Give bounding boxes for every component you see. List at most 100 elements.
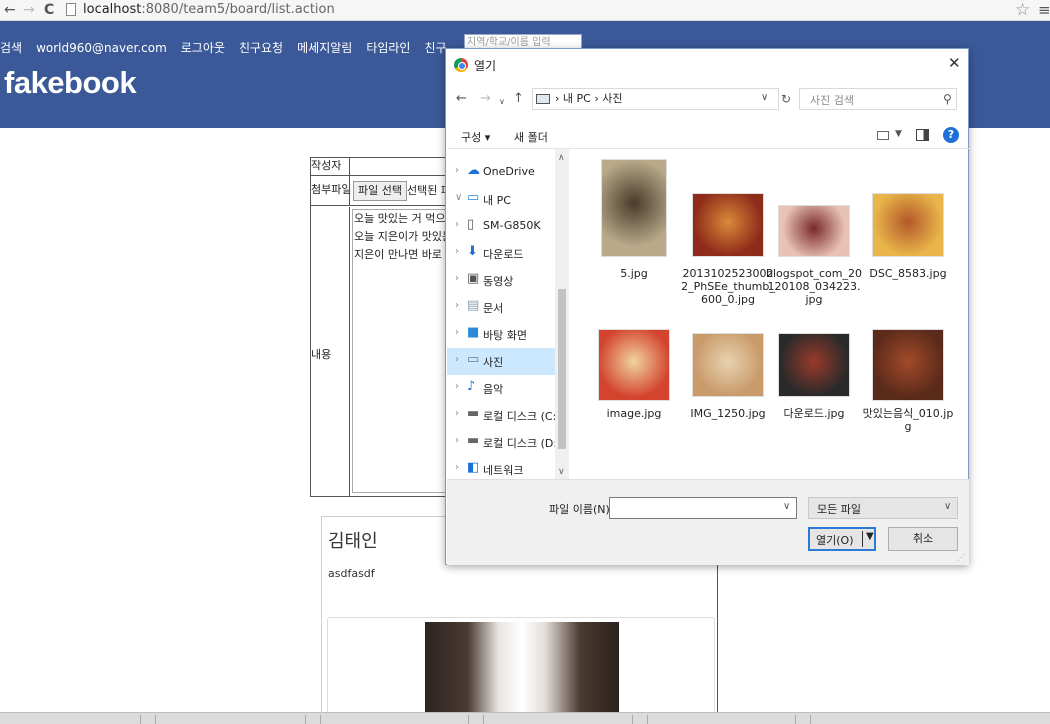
file-type-select[interactable]: 모든 파일 ∨ — [808, 497, 958, 519]
url-host: localhost — [83, 2, 142, 17]
chevron-right-icon[interactable]: › — [455, 165, 459, 176]
path-segment[interactable]: 내 PC — [563, 92, 591, 105]
nav-friend-requests-link[interactable]: 친구요청 — [239, 38, 283, 58]
nav-item[interactable]: › ▣ 동영상 — [447, 267, 555, 294]
tab-divider — [305, 715, 306, 724]
author-label: 작성자 — [311, 159, 342, 172]
nav-item-label: SM-G850K — [483, 219, 541, 232]
url-field[interactable]: localhost:8080/team5/board/list.action — [83, 2, 335, 18]
nav-item-label: 다운로드 — [483, 248, 524, 261]
file-thumbnail — [778, 333, 850, 397]
chevron-right-icon[interactable]: › — [455, 300, 459, 311]
resize-grip-icon[interactable]: ⋰ — [957, 553, 965, 562]
nav-item[interactable]: › ♪ 음악 — [447, 375, 555, 402]
chevron-right-icon[interactable]: › — [455, 462, 459, 473]
file-name: 맛있는음식_010.jpg — [862, 407, 954, 433]
nav-item[interactable]: › ▤ 문서 — [447, 294, 555, 321]
network-icon: ◧ — [467, 460, 480, 475]
reload-icon[interactable]: C — [44, 1, 54, 19]
browser-menu-icon[interactable]: ≡ — [1038, 1, 1050, 19]
open-button[interactable]: 열기(O) ▼ — [808, 527, 876, 551]
preview-pane-icon[interactable] — [916, 129, 929, 141]
forward-arrow-icon[interactable]: → — [480, 92, 491, 106]
file-thumbnail — [872, 329, 944, 401]
site-logo[interactable]: fakebook — [4, 65, 137, 101]
chevron-right-icon[interactable]: › — [455, 327, 459, 338]
split-divider — [862, 531, 863, 547]
nav-friends-link[interactable]: 친구 — [424, 38, 446, 58]
scroll-thumb[interactable] — [558, 289, 566, 449]
nav-item-label: OneDrive — [483, 165, 535, 178]
file-thumbnail — [601, 159, 667, 257]
file-thumbnail — [872, 193, 944, 257]
nav-item[interactable]: › ▭ 사진 — [447, 348, 555, 375]
bookmark-star-icon[interactable]: ☆ — [1015, 0, 1030, 20]
filename-input[interactable] — [609, 497, 797, 519]
view-mode-icon[interactable] — [877, 131, 889, 140]
post-image[interactable] — [425, 622, 619, 717]
organize-button[interactable]: 구성 ▾ — [461, 129, 490, 145]
nav-messages-link[interactable]: 메세지알림 — [297, 38, 352, 58]
post-author-name[interactable]: 김태인 — [328, 527, 378, 553]
open-dropdown-icon[interactable]: ▼ — [866, 531, 874, 542]
nav-item-label: 로컬 디스크 (D:) — [483, 437, 562, 450]
nav-logout-link[interactable]: 로그아웃 — [181, 38, 225, 58]
chrome-icon — [454, 58, 468, 72]
chevron-right-icon[interactable]: › — [455, 435, 459, 446]
nav-item[interactable]: › ▯ SM-G850K — [447, 213, 555, 240]
nav-scrollbar[interactable]: ∧ ∨ — [555, 149, 569, 485]
back-arrow-icon[interactable]: ← — [456, 92, 467, 106]
back-arrow-icon[interactable]: ← — [4, 1, 16, 19]
nav-item[interactable]: › ☁ OneDrive — [447, 159, 555, 186]
chevron-right-icon[interactable]: › — [455, 273, 459, 284]
cancel-button[interactable]: 취소 — [888, 527, 958, 551]
recent-dropdown-icon[interactable]: ∨ — [499, 95, 505, 109]
scroll-down-icon[interactable]: ∨ — [558, 467, 565, 477]
disk-icon: ▬ — [467, 406, 480, 421]
chevron-right-icon[interactable]: › — [455, 354, 459, 365]
help-icon[interactable]: ? — [943, 127, 959, 143]
nav-item[interactable]: › ▬ 로컬 디스크 (C:) — [447, 402, 561, 429]
path-breadcrumb[interactable]: › 내 PC › 사진 ∨ — [532, 88, 779, 110]
nav-search-link[interactable]: 검색 — [0, 38, 22, 58]
tab-divider — [810, 715, 811, 724]
chevron-right-icon[interactable]: › — [455, 381, 459, 392]
nav-item-label: 동영상 — [483, 275, 514, 288]
computer-icon: ▭ — [467, 190, 480, 205]
nav-item-label: 문서 — [483, 302, 504, 315]
path-text: › 내 PC › 사진 — [555, 92, 623, 105]
chevron-right-icon[interactable]: › — [455, 219, 459, 230]
chevron-down-icon[interactable]: ∨ — [455, 192, 462, 203]
tab-divider — [155, 715, 156, 724]
nav-item[interactable]: › ■ 바탕 화면 — [447, 321, 555, 348]
forward-arrow-icon[interactable]: → — [23, 1, 35, 19]
scroll-up-icon[interactable]: ∧ — [558, 153, 565, 163]
nav-item[interactable]: ∨ ▭ 내 PC — [447, 186, 555, 213]
chevron-right-icon[interactable]: › — [455, 246, 459, 257]
url-path: :8080/team5/board/list.action — [141, 2, 335, 17]
new-folder-button[interactable]: 새 폴더 — [514, 129, 548, 145]
filename-dropdown-icon[interactable]: ∨ — [783, 501, 790, 512]
nav-item[interactable]: › ▬ 로컬 디스크 (D:) — [447, 429, 561, 456]
file-thumbnail — [692, 193, 764, 257]
file-name: 5.jpg — [620, 267, 648, 280]
folder-search-input[interactable]: 사진 검색 ⚲ — [799, 88, 957, 110]
up-arrow-icon[interactable]: ↑ — [513, 92, 524, 106]
form-column-divider — [349, 176, 350, 205]
navigation-pane: › ☁ OneDrive ∨ ▭ 내 PC › ▯ SM-G850K › ⬇ 다운로드 › ▣ 동영상 › ▤ 문… — [447, 149, 569, 485]
path-segment[interactable]: 사진 — [602, 92, 622, 105]
tab-divider — [320, 715, 321, 724]
nav-user-email[interactable]: world960@naver.com — [36, 38, 167, 58]
nav-timeline-link[interactable]: 타임라인 — [366, 38, 410, 58]
chevron-down-icon[interactable]: ∨ — [761, 92, 768, 103]
search-icon: ⚲ — [943, 92, 952, 106]
chevron-right-icon[interactable]: › — [455, 408, 459, 419]
choose-file-button[interactable]: 파일 선택 — [353, 181, 407, 201]
close-icon[interactable]: ✕ — [948, 53, 961, 73]
attachment-label: 첨부파일 — [311, 183, 352, 196]
file-name: 다운로드.jpg — [783, 407, 845, 420]
view-dropdown-icon[interactable]: ▼ — [895, 129, 902, 139]
tab-divider — [483, 715, 484, 724]
nav-item[interactable]: › ⬇ 다운로드 — [447, 240, 555, 267]
refresh-icon[interactable]: ↻ — [781, 92, 791, 106]
